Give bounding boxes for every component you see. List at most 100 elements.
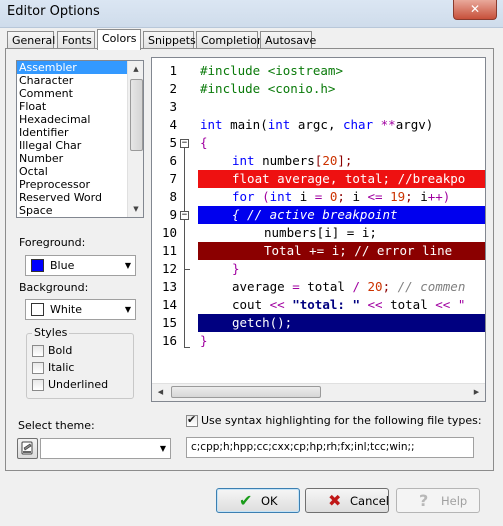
breakpoint-line: float average, total; //breakpo	[198, 170, 485, 188]
line-number: 14	[161, 297, 177, 312]
token: **	[380, 117, 396, 132]
token: numbers[i] = i;	[264, 225, 377, 240]
list-item[interactable]: Octal	[17, 165, 143, 178]
scrollbar-thumb[interactable]	[171, 386, 321, 398]
fold-collapse-icon[interactable]: −	[180, 139, 189, 148]
tab-colors[interactable]: Colors	[97, 29, 141, 50]
line-number: 7	[169, 171, 177, 186]
execution-line: getch();	[198, 314, 485, 332]
tab-autosave[interactable]: Autosave	[260, 31, 316, 48]
list-item[interactable]: Character	[17, 74, 143, 87]
list-item[interactable]: Assembler	[17, 61, 143, 74]
token: /	[352, 279, 360, 294]
file-types-input[interactable]: c;cpp;h;hpp;cc;cxx;cp;hp;rh;fx;inl;tcc;w…	[186, 437, 474, 458]
checkmark-icon: ✔	[239, 491, 253, 510]
line-number: 11	[161, 243, 177, 258]
token: #include <iostream>	[200, 63, 343, 78]
line-number: 1	[169, 63, 177, 78]
bold-checkbox[interactable]	[32, 345, 44, 357]
code-line-13: average = total / 20; // commen	[198, 278, 485, 296]
close-button[interactable]: ✕	[453, 0, 497, 20]
tab-completion[interactable]: Completion	[196, 31, 264, 48]
token: i	[292, 189, 315, 204]
code-line-16: }	[198, 332, 485, 350]
token: ++)	[427, 189, 451, 204]
theme-select[interactable]: ▼	[40, 438, 171, 459]
horizontal-scrollbar[interactable]: ◀ ▶	[152, 383, 485, 401]
line-number: 12	[161, 261, 177, 276]
tab-snippets[interactable]: Snippets	[143, 31, 196, 48]
token: ]	[337, 153, 345, 168]
list-item[interactable]: Identifier	[17, 126, 143, 139]
token: 20	[322, 153, 338, 168]
code-preview[interactable]: 1 2 3 4 5 6 7 8 9 10 11 12 13 14 15 16 −…	[151, 57, 486, 402]
list-item[interactable]: Float	[17, 100, 143, 113]
scroll-right-icon[interactable]: ▶	[468, 384, 485, 401]
background-color-select[interactable]: White ▼	[25, 299, 136, 320]
token: {	[200, 135, 208, 150]
cancel-button[interactable]: ✖ Cancel	[305, 488, 389, 513]
token: total	[382, 297, 436, 312]
window-title: Editor Options	[7, 4, 100, 19]
token: 20	[367, 279, 383, 294]
token: int	[200, 117, 223, 132]
list-item[interactable]: Preprocessor	[17, 178, 143, 191]
scrollbar-thumb[interactable]	[130, 79, 143, 151]
code-line-10: numbers[i] = i;	[198, 224, 485, 242]
token: }	[232, 261, 240, 276]
scroll-left-icon[interactable]: ◀	[152, 384, 169, 401]
foreground-label: Foreground:	[19, 236, 86, 249]
list-item[interactable]: Illegal Char	[17, 139, 143, 152]
syntax-element-list[interactable]: Assembler Character Comment Float Hexade…	[16, 60, 144, 218]
ok-button[interactable]: ✔ OK	[216, 488, 300, 513]
chevron-down-icon: ▼	[124, 261, 131, 270]
tab-general[interactable]: General	[7, 31, 55, 48]
list-item[interactable]: Reserved Word	[17, 191, 143, 204]
palette-icon	[21, 441, 33, 455]
code-line-12: }	[198, 260, 485, 278]
foreground-color-select[interactable]: Blue ▼	[25, 255, 136, 276]
token: #include <conio.h>	[200, 81, 336, 96]
fold-collapse-icon[interactable]: −	[180, 211, 189, 220]
token: ;	[382, 279, 391, 294]
error-line: Total += i; // error line	[198, 242, 485, 260]
scroll-up-icon[interactable]: ▲	[128, 61, 143, 77]
bold-label: Bold	[48, 344, 73, 357]
line-number: 3	[169, 99, 177, 114]
line-number: 2	[169, 81, 177, 96]
line-number-gutter: 1 2 3 4 5 6 7 8 9 10 11 12 13 14 15 16 −…	[152, 58, 196, 378]
tab-fonts[interactable]: Fonts	[57, 31, 95, 48]
underlined-checkbox[interactable]	[32, 379, 44, 391]
token: argv)	[395, 117, 434, 132]
underlined-label: Underlined	[48, 378, 109, 391]
list-item[interactable]: Space	[17, 204, 143, 217]
active-breakpoint-line: { // active breakpoint	[198, 206, 485, 224]
line-number: 9	[169, 207, 177, 222]
syntax-highlighting-checkbox[interactable]	[186, 413, 198, 427]
token: }	[200, 333, 208, 348]
list-item[interactable]: Comment	[17, 87, 143, 100]
token: float average, total; //breakpo	[232, 171, 466, 186]
chevron-down-icon: ▼	[159, 444, 166, 453]
line-number: 16	[161, 333, 177, 348]
fold-guide	[184, 148, 185, 347]
theme-label: Select theme:	[18, 419, 95, 432]
fold-end-marker	[184, 347, 190, 348]
token: 19	[390, 189, 406, 204]
background-value: White	[50, 303, 82, 316]
help-button[interactable]: ? Help	[396, 488, 480, 513]
token: getch();	[232, 315, 293, 330]
list-scrollbar[interactable]: ▲ ▼	[127, 61, 143, 217]
italic-checkbox[interactable]	[32, 362, 44, 374]
code-line-8: for (int i = 0; i <= 19; i++)	[198, 188, 485, 206]
token: ;	[337, 189, 345, 204]
code-line-5: {	[198, 134, 485, 152]
theme-button[interactable]	[17, 438, 38, 459]
list-item[interactable]: Hexadecimal	[17, 113, 143, 126]
token: { // active breakpoint	[232, 207, 398, 222]
list-item[interactable]: Number	[17, 152, 143, 165]
scroll-down-icon[interactable]: ▼	[128, 201, 143, 217]
